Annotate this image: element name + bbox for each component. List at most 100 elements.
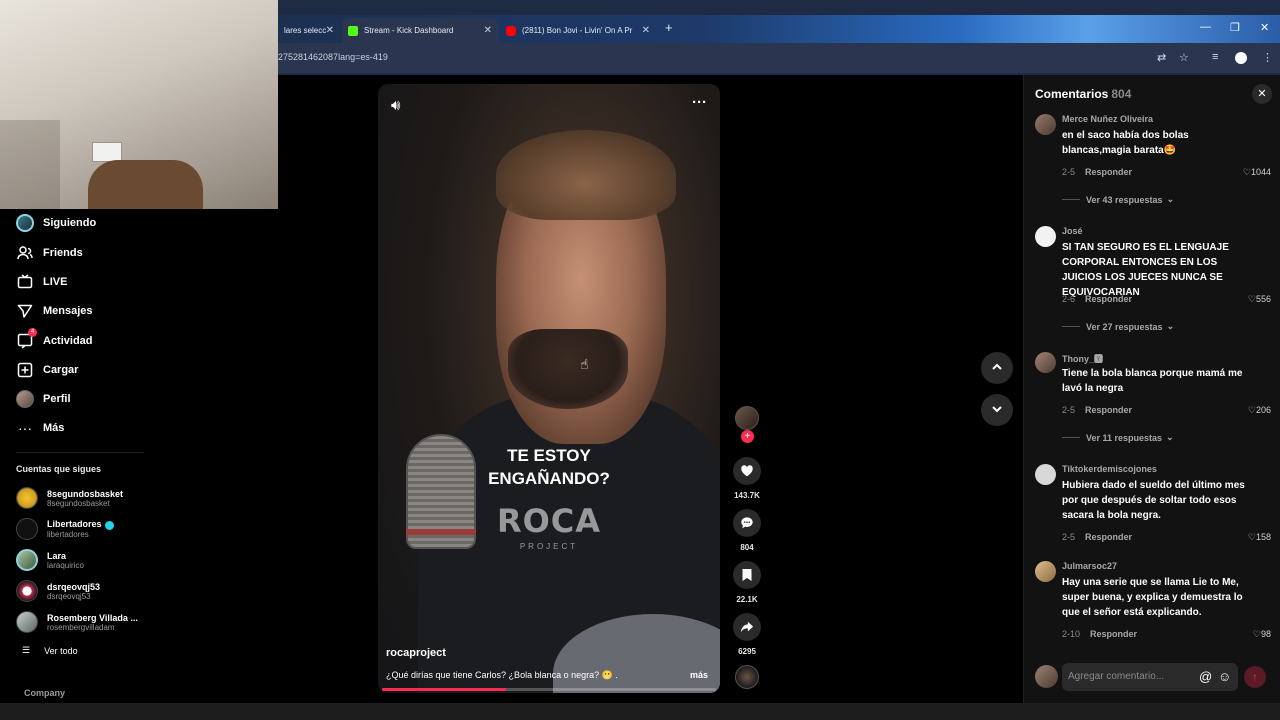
heart-icon[interactable] <box>733 457 761 485</box>
profile-avatar-icon <box>16 390 34 408</box>
comment-like[interactable]: ♡556 <box>1248 294 1271 305</box>
view-replies-button[interactable]: Ver 11 respuestas ⌄ <box>1062 432 1174 443</box>
comment-avatar[interactable] <box>1035 561 1056 582</box>
emoji-icon[interactable]: ☺ <box>1218 669 1231 684</box>
comment-like[interactable]: ♡206 <box>1248 405 1271 416</box>
nav-label: Friends <box>43 247 83 259</box>
window-close-icon[interactable]: ✕ <box>1260 21 1269 34</box>
close-comments-button[interactable]: ✕ <box>1252 84 1272 104</box>
comment-username[interactable]: Julmarsoc27 <box>1062 561 1117 571</box>
comment-username[interactable]: José <box>1062 226 1083 236</box>
mention-icon[interactable]: @ <box>1199 669 1212 684</box>
hand-cursor-icon: ☝︎ <box>580 356 589 372</box>
caption-more-link[interactable]: más <box>690 670 708 680</box>
tab-1[interactable]: lares selecc ✕ <box>278 18 340 43</box>
comment-date: 2-5 <box>1062 405 1076 415</box>
translate-icon[interactable]: ⇄ <box>1157 51 1166 64</box>
nav-more[interactable]: ··· Más <box>16 417 64 439</box>
comment-avatar[interactable] <box>1035 114 1056 135</box>
nav-label: Perfil <box>43 393 71 405</box>
comment-meta: 2-6 Responder <box>1062 294 1132 304</box>
comment-like[interactable]: ♡1044 <box>1243 167 1271 178</box>
nav-upload[interactable]: Cargar <box>16 359 78 381</box>
nav-friends[interactable]: Friends <box>16 242 83 264</box>
tab-close-icon[interactable]: ✕ <box>642 25 650 36</box>
verified-icon <box>104 520 114 530</box>
next-video-button[interactable] <box>981 394 1013 426</box>
profile-avatar-icon[interactable] <box>1235 52 1247 64</box>
like-action[interactable]: 143.7K <box>733 457 761 500</box>
view-replies-button[interactable]: Ver 43 respuestas ⌄ <box>1062 194 1174 205</box>
new-tab-icon[interactable]: + <box>665 20 673 35</box>
followed-account[interactable]: dsrqeovqj53 dsrqeovqj53 <box>16 579 100 603</box>
nav-messages[interactable]: Mensajes <box>16 300 93 322</box>
maximize-icon[interactable]: ❐ <box>1230 21 1240 34</box>
video-progress-bar[interactable] <box>382 688 716 691</box>
url-text[interactable]: 275281462087lang=es-419 <box>278 52 388 62</box>
comment-avatar[interactable] <box>1035 464 1056 485</box>
company-link[interactable]: Company <box>24 688 65 698</box>
volume-icon[interactable]: 🔊︎ <box>391 97 400 114</box>
comment-username[interactable]: Thony_🆈 <box>1062 352 1103 365</box>
tab-close-icon[interactable]: ✕ <box>326 25 334 36</box>
tab-3-label: (2811) Bon Jovi - Livin' On A Pr <box>522 26 633 35</box>
video-hair <box>496 130 676 220</box>
comment-username[interactable]: Tiktokerdemiscojones <box>1062 464 1157 474</box>
reply-button[interactable]: Responder <box>1085 405 1132 415</box>
media-control-icon[interactable]: ≡ <box>1212 51 1218 63</box>
reply-button[interactable]: Responder <box>1085 167 1132 177</box>
nav-following[interactable]: Siguiendo <box>16 212 96 234</box>
tab-3[interactable]: (2811) Bon Jovi - Livin' On A Pr ✕ <box>500 18 656 43</box>
following-section-title: Cuentas que sigues <box>16 464 102 474</box>
comment-like[interactable]: ♡98 <box>1253 629 1271 640</box>
share-icon[interactable] <box>733 613 761 641</box>
following-avatar-icon <box>16 214 34 232</box>
comment-action[interactable]: 804 <box>733 509 761 552</box>
nav-label: Mensajes <box>43 305 93 317</box>
followed-account[interactable]: Lara laraquirico <box>16 548 84 572</box>
video-player[interactable]: TE ESTOY ENGAÑANDO? ROCA PROJECT 🔊︎ ··· … <box>378 84 720 693</box>
send-comment-button[interactable]: ↑ <box>1244 666 1266 688</box>
comment-like[interactable]: ♡158 <box>1248 532 1271 543</box>
reply-button[interactable]: Responder <box>1085 532 1132 542</box>
comment-icon[interactable] <box>733 509 761 537</box>
comment-avatar[interactable] <box>1035 352 1056 373</box>
screen: lares selecc ✕ Stream - Kick Dashboard ✕… <box>0 0 1280 720</box>
music-disc-icon[interactable] <box>735 665 759 689</box>
browser-menu-icon[interactable]: ⋮ <box>1262 51 1273 64</box>
comment-item: Tiktokerdemiscojones Hubiera dado el sue… <box>1035 464 1271 544</box>
tab-close-icon[interactable]: ✕ <box>484 25 492 36</box>
view-replies-label: Ver 11 respuestas <box>1086 432 1163 443</box>
previous-video-button[interactable] <box>981 352 1013 384</box>
share-action[interactable]: 6295 <box>733 613 761 656</box>
nav-label: Actividad <box>43 335 93 347</box>
follow-plus-button[interactable]: + <box>741 430 754 443</box>
followed-account[interactable]: Rosemberg Villada ... rosembergvilladam <box>16 610 138 634</box>
followed-account[interactable]: Libertadores libertadores <box>16 517 114 541</box>
comment-avatar[interactable] <box>1035 226 1056 247</box>
bookmark-star-icon[interactable]: ☆ <box>1179 51 1189 64</box>
comment-username[interactable]: Merce Nuñez Oliveira <box>1062 114 1153 124</box>
nav-live[interactable]: LIVE <box>16 271 67 293</box>
tab-2[interactable]: Stream - Kick Dashboard ✕ <box>342 18 498 43</box>
more-options-icon[interactable]: ··· <box>692 94 707 111</box>
heart-outline-icon: ♡ <box>1242 167 1251 177</box>
comment-input[interactable]: Agregar comentario... @ ☺ <box>1062 663 1238 691</box>
minimize-icon[interactable]: — <box>1200 21 1211 33</box>
bookmark-icon[interactable] <box>733 561 761 589</box>
account-avatar <box>16 580 38 602</box>
reply-button[interactable]: Responder <box>1090 629 1137 639</box>
arrow-up-icon: ↑ <box>1252 670 1258 684</box>
nav-profile[interactable]: Perfil <box>16 388 71 410</box>
account-avatar <box>16 518 38 540</box>
see-all-link[interactable]: ☰ Ver todo <box>22 645 78 656</box>
followed-account[interactable]: 8segundosbasket 8segundosbasket <box>16 486 123 510</box>
video-author[interactable]: rocaproject <box>386 647 446 659</box>
view-replies-label: Ver 27 respuestas <box>1086 321 1163 332</box>
creator-avatar[interactable] <box>735 406 759 430</box>
nav-activity[interactable]: 4 Actividad <box>16 328 93 352</box>
view-replies-button[interactable]: Ver 27 respuestas ⌄ <box>1062 321 1174 332</box>
account-avatar <box>16 611 38 633</box>
save-action[interactable]: 22.1K <box>733 561 761 604</box>
reply-button[interactable]: Responder <box>1085 294 1132 304</box>
